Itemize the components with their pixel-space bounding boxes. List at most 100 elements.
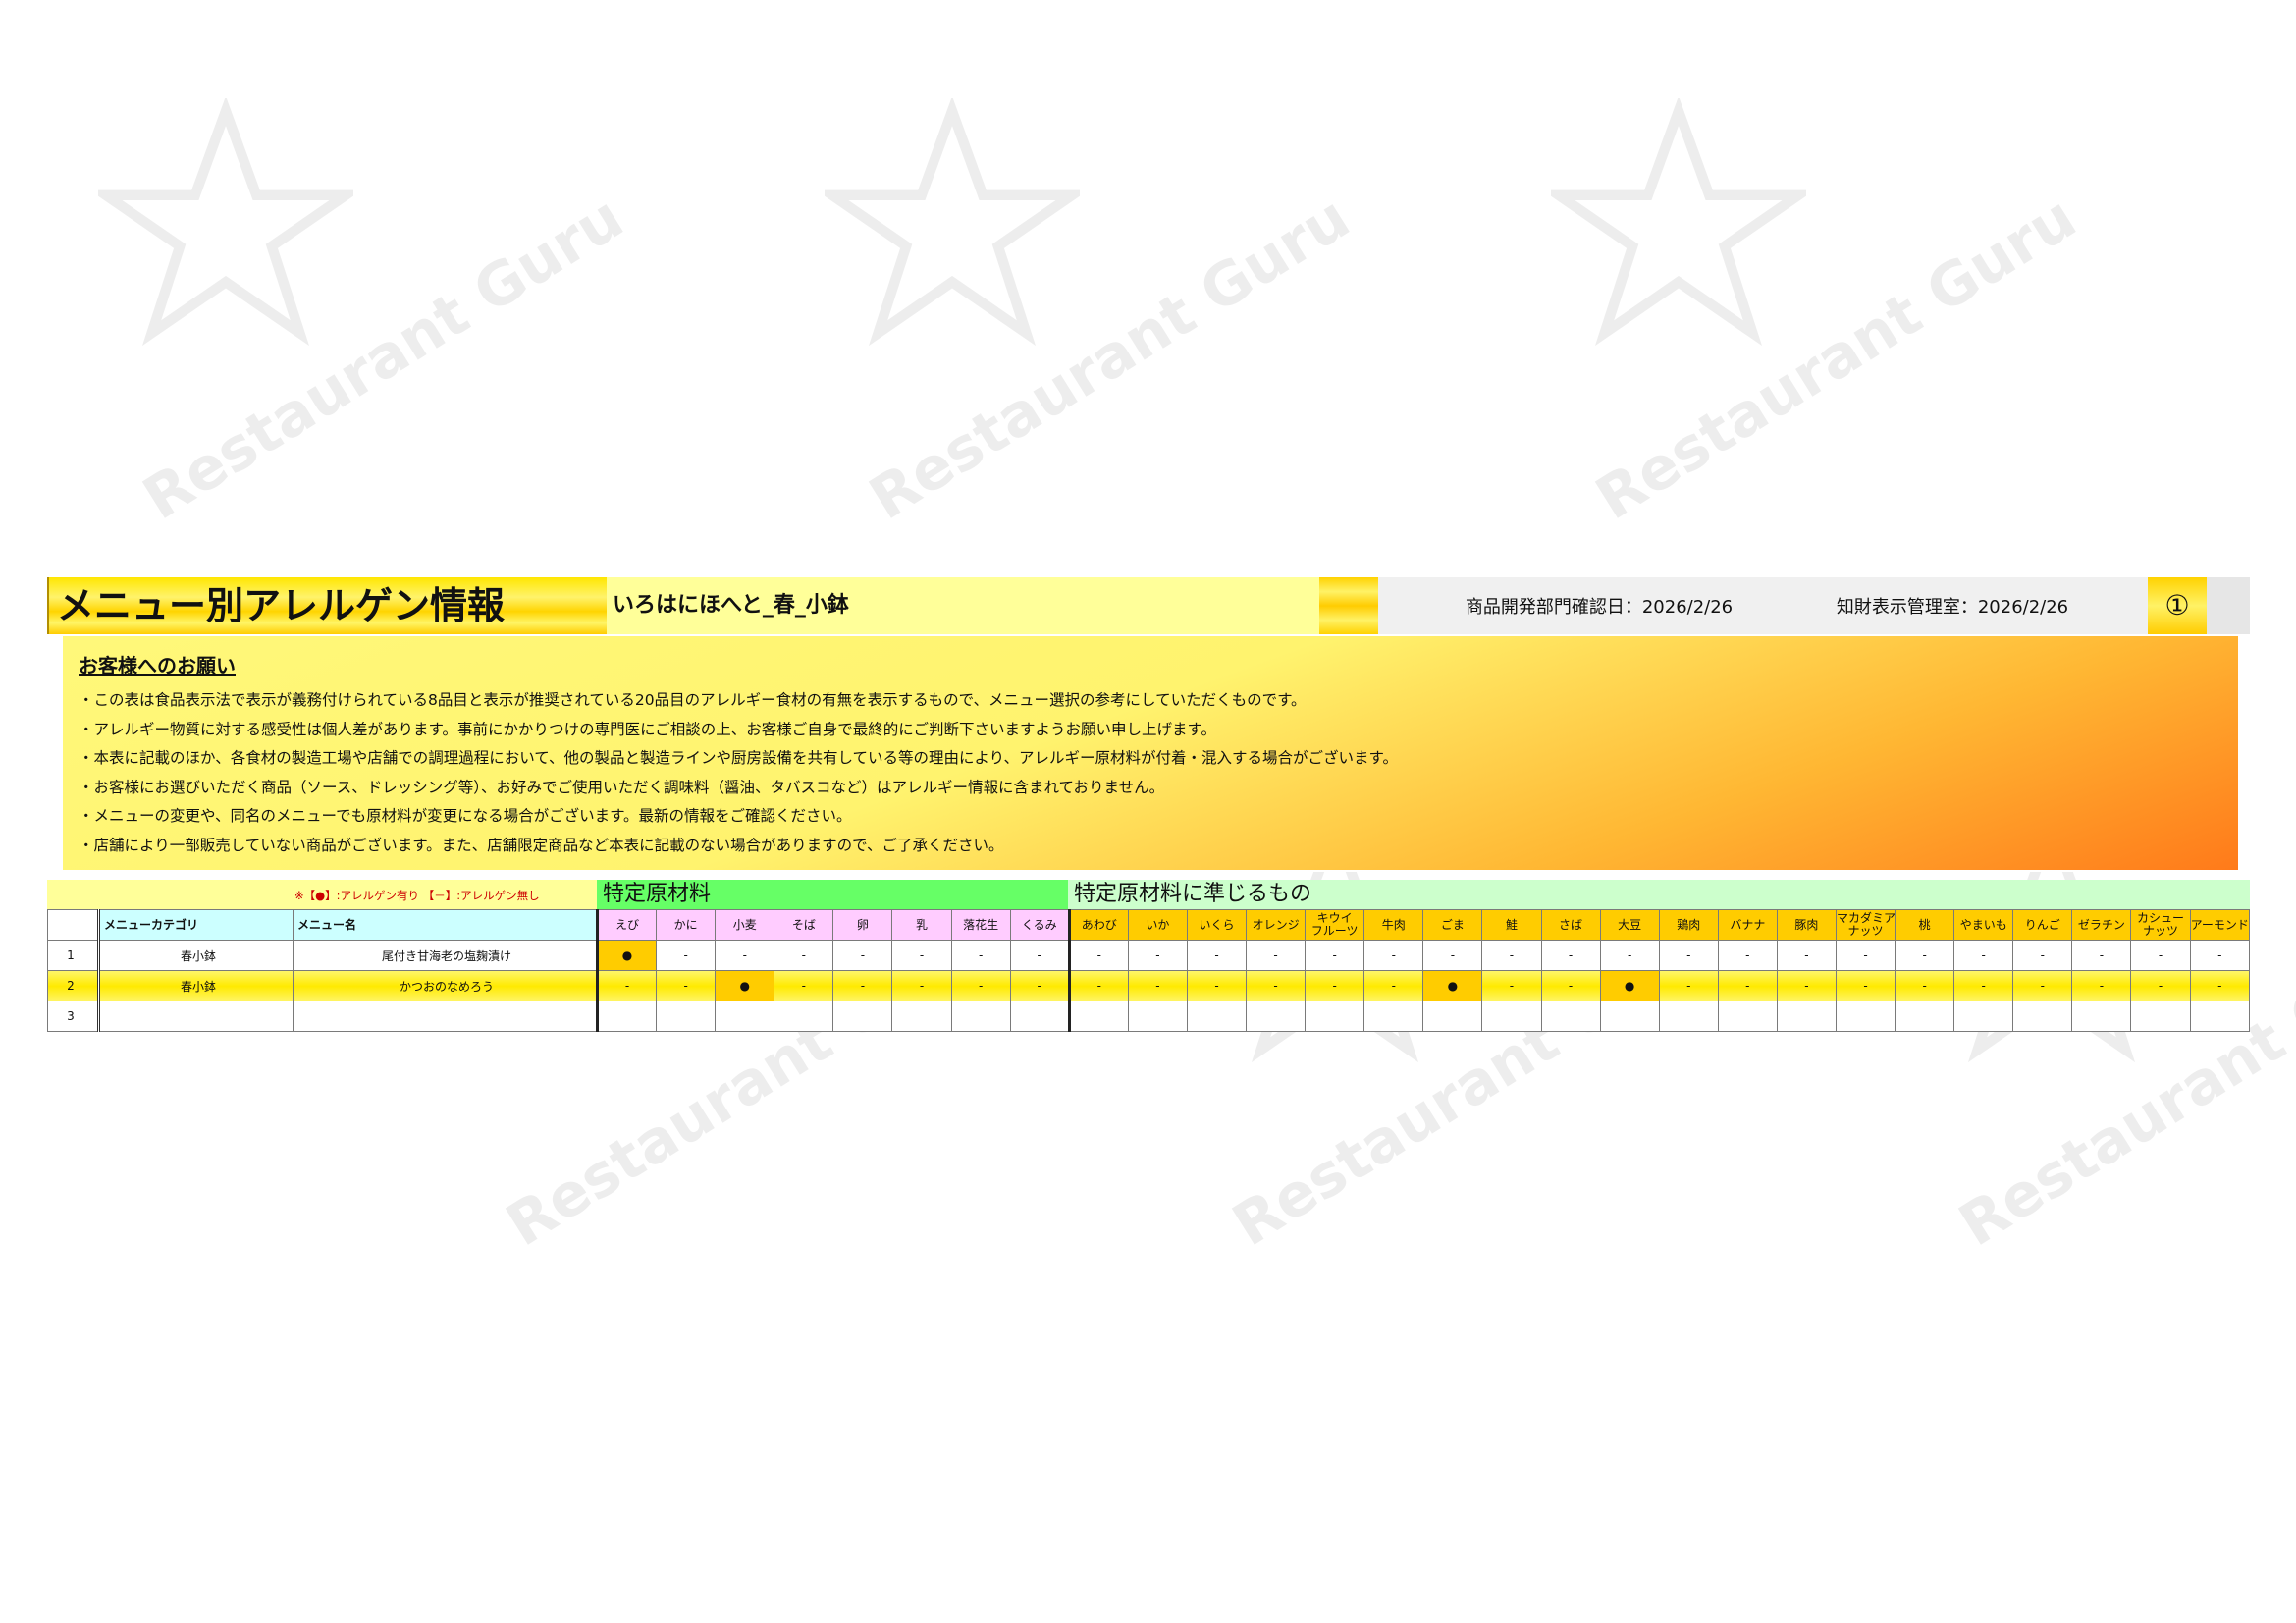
allergen-mark bbox=[656, 1001, 717, 1032]
allergen-mark: - bbox=[1363, 970, 1424, 1001]
allergen-mark: - bbox=[656, 940, 717, 971]
allergen-mark bbox=[1540, 1001, 1601, 1032]
legend-text: ※【●】:アレルゲン有り 【－】:アレルゲン無し bbox=[294, 889, 540, 902]
menu-name: かつおのなめろう bbox=[293, 970, 598, 1001]
allergen-mark bbox=[2130, 1001, 2191, 1032]
allergen-mark bbox=[1717, 1001, 1778, 1032]
allergen-mark: - bbox=[1717, 940, 1778, 971]
allergen-mark bbox=[1835, 1001, 1896, 1032]
col-allergen-recommended: キウイ フルーツ bbox=[1305, 909, 1365, 941]
allergen-mark: - bbox=[774, 970, 834, 1001]
col-allergen-recommended: いくら bbox=[1186, 909, 1248, 941]
allergen-mark: - bbox=[2189, 940, 2251, 971]
label-confirm-date: 知財表示管理室：2026/2/26 bbox=[1836, 597, 2069, 618]
col-allergen-recommended: マカダミア ナッツ bbox=[1835, 909, 1896, 941]
allergen-mark bbox=[595, 1001, 658, 1032]
allergen-mark: - bbox=[656, 970, 717, 1001]
col-allergen-recommended: バナナ bbox=[1717, 909, 1778, 941]
allergen-mark bbox=[2012, 1001, 2073, 1032]
allergen-mark: - bbox=[1953, 970, 2014, 1001]
col-allergen-recommended: カシュー ナッツ bbox=[2130, 909, 2191, 941]
allergen-mark bbox=[1422, 1001, 1483, 1032]
col-allergen-mandatory: くるみ bbox=[1009, 909, 1070, 941]
col-allergen-recommended: ごま bbox=[1422, 909, 1483, 941]
col-allergen-recommended: 豚肉 bbox=[1776, 909, 1837, 941]
allergen-mark: - bbox=[1599, 940, 1660, 971]
allergen-mark: ● bbox=[1599, 970, 1660, 1001]
watermark-star-icon bbox=[98, 98, 353, 347]
notice-line: ・アレルギー物質に対する感受性は個人差があります。事前にかかりつけの専門医にご相… bbox=[79, 720, 1216, 738]
allergen-mark bbox=[715, 1001, 775, 1032]
group-mandatory: 特定原材料 bbox=[597, 880, 1068, 909]
col-allergen-mandatory: 乳 bbox=[891, 909, 952, 941]
col-allergen-recommended: 鶏肉 bbox=[1658, 909, 1719, 941]
col-name: メニュー名 bbox=[293, 909, 598, 941]
notice-line: ・メニューの変更や、同名のメニューでも原材料が変更になる場合がございます。最新の… bbox=[79, 807, 852, 825]
allergen-mark: - bbox=[2012, 940, 2073, 971]
allergen-mark bbox=[1895, 1001, 1955, 1032]
allergen-mark bbox=[1776, 1001, 1837, 1032]
col-allergen-recommended: アーモンド bbox=[2189, 909, 2251, 941]
allergen-mark bbox=[2071, 1001, 2132, 1032]
header-end bbox=[2207, 577, 2250, 634]
allergen-mark: - bbox=[1658, 940, 1719, 971]
table-row: 3 bbox=[47, 1001, 2251, 1032]
row-number: 2 bbox=[47, 970, 100, 1001]
allergen-mark: - bbox=[774, 940, 834, 971]
allergen-mark: ● bbox=[715, 970, 775, 1001]
allergen-mark: - bbox=[1246, 940, 1307, 971]
allergen-mark: - bbox=[2071, 940, 2132, 971]
table-row: 1 春小鉢 尾付き甘海老の塩麹漬け ● - - - - - - - - - - - - - - - - - - - - - - - -… bbox=[47, 940, 2251, 971]
col-allergen-recommended: 鮭 bbox=[1481, 909, 1542, 941]
table-header-row: メニューカテゴリ メニュー名 えび かに 小麦 そば卵乳落花生 くるみ あわび いか いくらオ… bbox=[47, 909, 2251, 941]
col-allergen-recommended: オレンジ bbox=[1246, 909, 1307, 941]
allergen-mark bbox=[1953, 1001, 2014, 1032]
menu-category: 春小鉢 bbox=[98, 940, 294, 971]
allergen-mark bbox=[1127, 1001, 1188, 1032]
allergen-mark: - bbox=[1481, 940, 1542, 971]
allergen-mark bbox=[2189, 1001, 2251, 1032]
allergen-mark bbox=[1186, 1001, 1248, 1032]
col-allergen-recommended: りんご bbox=[2012, 909, 2073, 941]
menu-group-title: いろはにほへと_春_小鉢 bbox=[607, 577, 1319, 634]
menu-name bbox=[293, 1001, 598, 1032]
allergen-mark: - bbox=[1540, 940, 1601, 971]
allergen-mark bbox=[832, 1001, 893, 1032]
customer-notice: お客様へのお願い ・この表は食品表示法で表示が義務付けられている8品目と表示が推… bbox=[61, 634, 2240, 872]
allergen-mark: - bbox=[1246, 970, 1307, 1001]
header-stripe bbox=[1319, 577, 1378, 634]
allergen-mark: - bbox=[1186, 970, 1248, 1001]
col-allergen-mandatory: 落花生 bbox=[950, 909, 1011, 941]
group-band: ※【●】:アレルゲン有り 【－】:アレルゲン無し 特定原材料 特定原材料に準じる… bbox=[47, 880, 2250, 909]
col-allergen-recommended: いか bbox=[1127, 909, 1188, 941]
allergen-mark bbox=[1658, 1001, 1719, 1032]
confirm-dates: 商品開発部門確認日：2026/2/26 知財表示管理室：2026/2/26 bbox=[1378, 577, 2148, 634]
col-allergen-recommended: やまいも bbox=[1953, 909, 2014, 941]
allergen-mark: - bbox=[2189, 970, 2251, 1001]
row-number: 3 bbox=[47, 1001, 100, 1032]
allergen-mark: - bbox=[1067, 940, 1129, 971]
allergen-mark: - bbox=[2130, 970, 2191, 1001]
allergen-mark bbox=[1481, 1001, 1542, 1032]
allergen-mark: - bbox=[1305, 970, 1365, 1001]
group-recommended: 特定原材料に準じるもの bbox=[1068, 880, 2250, 909]
allergen-mark: ● bbox=[595, 940, 658, 971]
table-row: 2 春小鉢 かつおのなめろう - - ● - - - - - - - - - - - ● - - ● - - - - - - - - - - bbox=[47, 970, 2251, 1001]
allergen-mark: - bbox=[1009, 970, 1070, 1001]
allergen-mark bbox=[774, 1001, 834, 1032]
notice-title: お客様へのお願い bbox=[79, 654, 236, 677]
legend-area: ※【●】:アレルゲン有り 【－】:アレルゲン無し bbox=[47, 880, 597, 909]
col-allergen-recommended: 大豆 bbox=[1599, 909, 1660, 941]
watermark-star-icon bbox=[1551, 98, 1806, 347]
col-allergen-recommended: ゼラチン bbox=[2071, 909, 2132, 941]
allergen-mark: - bbox=[950, 940, 1011, 971]
allergen-mark: - bbox=[891, 940, 952, 971]
col-allergen-recommended: あわび bbox=[1067, 909, 1129, 941]
allergen-mark: - bbox=[1067, 970, 1129, 1001]
notice-line: ・お客様にお選びいただく商品（ソース、ドレッシング等）、お好みでご使用いただく調… bbox=[79, 778, 1165, 796]
allergen-mark bbox=[1305, 1001, 1365, 1032]
menu-name: 尾付き甘海老の塩麹漬け bbox=[293, 940, 598, 971]
allergen-mark: ● bbox=[1422, 970, 1483, 1001]
allergen-mark bbox=[1246, 1001, 1307, 1032]
allergen-mark: - bbox=[1305, 940, 1365, 971]
